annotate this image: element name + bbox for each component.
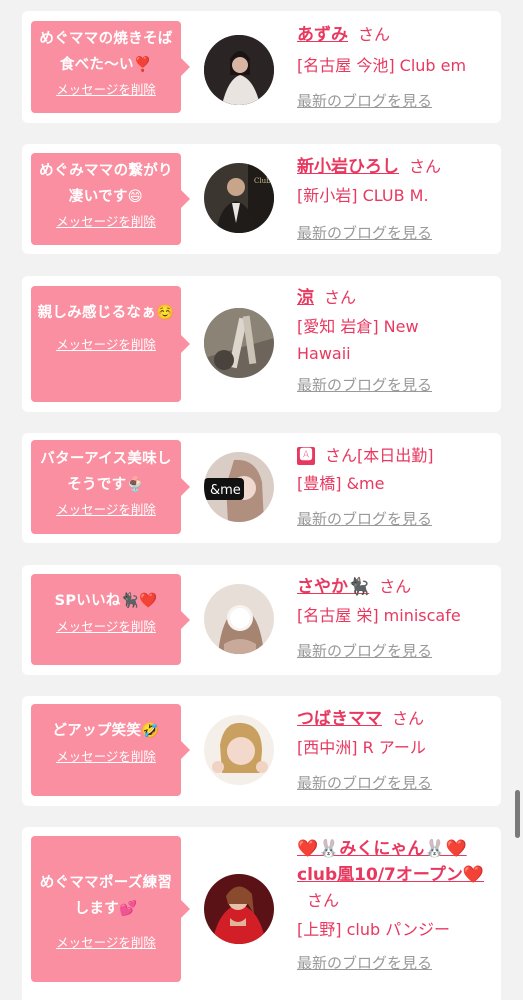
- message-text: めぐママの焼きそば食べた〜い❣️: [39, 31, 173, 73]
- avatar-image: [204, 308, 274, 378]
- message-bubble: めぐみママの繋がり凄いです😄 メッセージを削除: [31, 153, 190, 245]
- latest-blog-link[interactable]: 最新のブログを見る: [297, 641, 497, 661]
- message-text: めぐママポーズ練習します💕: [39, 875, 173, 917]
- avatar[interactable]: [204, 308, 274, 378]
- sender-name-link[interactable]: つばきママ: [297, 709, 382, 729]
- message-text: めぐみママの繋がり凄いです😄: [39, 163, 173, 205]
- avatar[interactable]: [204, 715, 274, 785]
- delete-message-link[interactable]: メッセージを削除: [56, 618, 156, 636]
- store-label: [新小岩] CLUB M.: [297, 186, 429, 205]
- latest-blog-link[interactable]: 最新のブログを見る: [297, 223, 497, 243]
- sender-info: つばきママ さん [西中洲] R アール 最新のブログを見る: [297, 705, 497, 793]
- avatar-image: [204, 35, 274, 105]
- delete-message-link[interactable]: メッセージを削除: [56, 336, 156, 354]
- store-label: [名古屋 今池] Club em: [297, 56, 467, 75]
- message-card: どアップ笑笑🤣 メッセージを削除 つばきママ さん [西中洲] R アール 最新の…: [22, 696, 501, 806]
- message-card: めぐみママの繋がり凄いです😄 メッセージを削除 Club 新小岩ひろし さん [新…: [22, 144, 501, 254]
- store-label: [西中洲] R アール: [297, 738, 426, 757]
- message-text: バターアイス美味しそうです🍨: [40, 451, 172, 493]
- sender-name-link[interactable]: さやか🐈‍⬛: [297, 577, 369, 597]
- avatar[interactable]: [204, 35, 274, 105]
- avatar-image: [204, 584, 274, 654]
- store-label: [豊橋] &me: [297, 474, 385, 493]
- avatar-image: Club: [204, 163, 274, 233]
- message-card: SPいいね🐈‍⬛❤️ メッセージを削除 さやか🐈‍⬛ さん [名古屋 栄] min…: [22, 565, 501, 675]
- avatar[interactable]: Club: [204, 163, 274, 233]
- sender-name-link[interactable]: あずみ: [297, 25, 348, 45]
- sender-info: 🅰 さん[本日出勤] [豊橋] &me 最新のブログを見る: [297, 442, 497, 529]
- delete-message-link[interactable]: メッセージを削除: [56, 213, 156, 231]
- shift-status: [本日出勤]: [357, 446, 434, 465]
- san-label: さん: [324, 288, 357, 307]
- message-card: 親しみ感じるなぁ☺️ メッセージを削除 涼さん [愛知 岩倉] New Hawa…: [22, 276, 501, 412]
- latest-blog-link[interactable]: 最新のブログを見る: [297, 375, 497, 395]
- san-label: さん: [325, 446, 358, 465]
- sender-name-link[interactable]: 新小岩ひろし: [297, 157, 399, 177]
- delete-message-link[interactable]: メッセージを削除: [56, 501, 156, 519]
- message-text: 親しみ感じるなぁ☺️: [37, 305, 175, 321]
- sender-info: 涼さん [愛知 岩倉] New Hawaii 最新のブログを見る: [297, 284, 497, 395]
- sender-info: さやか🐈‍⬛ さん [名古屋 栄] miniscafe 最新のブログを見る: [297, 573, 497, 661]
- message-bubble: めぐママポーズ練習します💕 メッセージを削除: [31, 836, 190, 982]
- message-text: どアップ笑笑🤣: [52, 723, 160, 739]
- message-card: めぐママポーズ練習します💕 メッセージを削除 ❤️🐰みくにゃん🐰❤️club凰1…: [22, 827, 501, 1000]
- scrollbar[interactable]: [515, 790, 520, 838]
- san-label: さん: [409, 157, 442, 176]
- message-bubble: バターアイス美味しそうです🍨 メッセージを削除: [31, 440, 190, 534]
- latest-blog-link[interactable]: 最新のブログを見る: [297, 773, 497, 793]
- message-text: SPいいね🐈‍⬛❤️: [54, 593, 158, 609]
- avatar-image: [204, 874, 274, 944]
- store-label: [上野] club パンジー: [297, 920, 450, 939]
- sender-info: ❤️🐰みくにゃん🐰❤️club凰10/7オープン❤️ さん [上野] club パ…: [297, 836, 493, 973]
- delete-message-link[interactable]: メッセージを削除: [56, 934, 156, 952]
- san-label: さん: [379, 577, 412, 596]
- delete-message-link[interactable]: メッセージを削除: [56, 748, 156, 766]
- svg-text:Club: Club: [254, 177, 271, 185]
- latest-blog-link[interactable]: 最新のブログを見る: [297, 509, 497, 529]
- store-label: [名古屋 栄] miniscafe: [297, 606, 461, 625]
- message-bubble: SPいいね🐈‍⬛❤️ メッセージを削除: [31, 574, 190, 665]
- sender-name-link[interactable]: 涼: [297, 288, 314, 308]
- avatar[interactable]: &me: [204, 452, 274, 522]
- message-bubble: 親しみ感じるなぁ☺️ メッセージを削除: [31, 286, 190, 402]
- san-label: さん: [307, 891, 340, 910]
- latest-blog-link[interactable]: 最新のブログを見る: [297, 953, 493, 973]
- sender-name-link[interactable]: 🅰: [297, 447, 315, 465]
- message-card: バターアイス美味しそうです🍨 メッセージを削除 &me 🅰 さん[本日出勤] [豊…: [22, 433, 501, 543]
- avatar-image: [204, 715, 274, 785]
- avatar-image: &me: [204, 452, 274, 522]
- message-bubble: どアップ笑笑🤣 メッセージを削除: [31, 704, 190, 796]
- sender-info: 新小岩ひろし さん [新小岩] CLUB M. 最新のブログを見る: [297, 153, 497, 243]
- message-card: めぐママの焼きそば食べた〜い❣️ メッセージを削除 あずみ さん [名古屋 今池]…: [22, 11, 501, 123]
- avatar[interactable]: [204, 584, 274, 654]
- sender-name-link[interactable]: ❤️🐰みくにゃん🐰❤️club凰10/7オープン❤️: [297, 839, 484, 885]
- san-label: さん: [392, 709, 425, 728]
- store-label: [愛知 岩倉] New Hawaii: [297, 317, 419, 363]
- latest-blog-link[interactable]: 最新のブログを見る: [297, 91, 497, 111]
- svg-text:&me: &me: [210, 483, 241, 498]
- delete-message-link[interactable]: メッセージを削除: [56, 81, 156, 99]
- message-list-page: めぐママの焼きそば食べた〜い❣️ メッセージを削除 あずみ さん [名古屋 今池]…: [0, 0, 523, 1000]
- message-bubble: めぐママの焼きそば食べた〜い❣️ メッセージを削除: [31, 21, 190, 113]
- avatar[interactable]: [204, 874, 274, 944]
- san-label: さん: [358, 25, 391, 44]
- sender-info: あずみ さん [名古屋 今池] Club em 最新のブログを見る: [297, 21, 497, 111]
